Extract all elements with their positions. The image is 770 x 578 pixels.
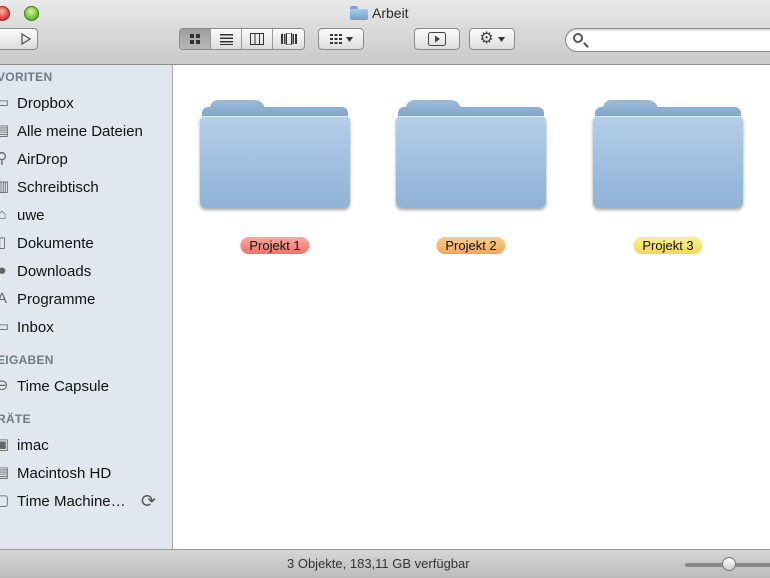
sidebar-item-label: Inbox [17,318,54,336]
folder-icon[interactable] [200,97,350,215]
sidebar-item-all-files[interactable]: ▤ Alle meine Dateien [0,120,172,142]
window-toolbar: Arbeit ⚙ [0,0,770,65]
window-title: Arbeit [350,4,409,22]
imac-icon: ▣ [0,436,10,453]
window-title-text: Arbeit [372,5,409,21]
time-capsule-icon: ⊖ [0,377,9,394]
sidebar-item-inbox[interactable]: ▭ Inbox [0,316,172,338]
gear-icon: ⚙ [479,30,494,47]
folder-name-label[interactable]: Projekt 2 [436,237,506,254]
quicklook-button[interactable] [414,28,460,50]
sidebar-heading-favorites: VORITEN [0,70,53,84]
sidebar-item-time-machine[interactable]: ▢ Time Machine… ⟳ [0,490,172,512]
sidebar-item-label: Dokumente [17,234,94,252]
sidebar: VORITEN ▭ Dropbox ▤ Alle meine Dateien ⚲… [0,65,173,549]
chevron-down-icon [345,36,353,42]
sidebar-item-label: Alle meine Dateien [17,122,143,140]
arrange-button[interactable] [318,28,364,50]
list-icon [219,34,233,45]
folder-name-label[interactable]: Projekt 3 [633,237,703,254]
sidebar-item-macintosh-hd[interactable]: ▤ Macintosh HD [0,462,172,484]
status-text: 3 Objekte, 183,11 GB verfügbar [287,556,470,571]
sidebar-item-label: imac [17,436,49,454]
search-icon [573,33,583,43]
applications-icon: A [0,290,7,307]
search-input[interactable] [592,32,766,48]
view-switcher[interactable] [179,28,305,50]
column-view-button[interactable] [242,29,273,49]
play-right-icon[interactable] [21,33,31,45]
all-files-icon: ▤ [0,122,10,139]
sidebar-item-label: uwe [17,206,45,224]
downloads-icon: ● [0,262,7,279]
folder-icon: ▭ [0,94,10,111]
sidebar-item-label: Macintosh HD [17,464,112,482]
grid-arrange-icon [329,34,342,44]
status-bar: 3 Objekte, 183,11 GB verfügbar [0,549,770,578]
coverflow-icon [280,33,297,45]
sidebar-item-label: Time Machine… [17,492,126,510]
file-browser-content[interactable]: Projekt 1 Projekt 2 Projekt 3 [174,65,770,549]
grid-icon [190,34,200,44]
list-view-button[interactable] [211,29,242,49]
sidebar-item-label: Downloads [17,262,92,280]
sidebar-item-label: Dropbox [17,94,74,112]
sidebar-item-label: AirDrop [17,150,68,168]
documents-icon: ▯ [0,234,7,251]
folder-name-label[interactable]: Projekt 1 [240,237,310,254]
desktop-icon: ▥ [0,178,10,195]
sidebar-item-documents[interactable]: ▯ Dokumente [0,232,172,254]
chevron-down-icon [497,36,505,42]
back-forward-button[interactable] [0,28,38,50]
zoom-window-button[interactable] [24,6,39,21]
sidebar-item-applications[interactable]: A Programme [0,288,172,310]
airdrop-icon: ⚲ [0,150,8,167]
close-window-button[interactable] [0,6,10,21]
columns-icon [250,33,264,45]
icon-size-slider-knob[interactable] [722,557,736,571]
folder-icon[interactable] [593,97,743,215]
action-button[interactable]: ⚙ [469,28,515,50]
sidebar-item-time-capsule[interactable]: ⊖ Time Capsule [0,375,172,397]
sidebar-item-downloads[interactable]: ● Downloads [0,260,172,282]
sidebar-item-label: Schreibtisch [17,178,99,196]
search-field[interactable] [565,28,770,52]
folder-icon: ▭ [0,318,10,335]
folder-icon [350,6,368,20]
sidebar-item-home[interactable]: ⌂ uwe [0,204,172,226]
external-disk-icon: ▢ [0,492,10,509]
coverflow-view-button[interactable] [273,29,304,49]
eye-play-icon [428,32,446,46]
icon-view-button[interactable] [180,29,211,49]
home-icon: ⌂ [0,206,7,223]
sidebar-item-label: Time Capsule [17,377,109,395]
sidebar-item-airdrop[interactable]: ⚲ AirDrop [0,148,172,170]
sidebar-item-label: Programme [17,290,96,308]
sidebar-heading-devices: RÄTE [0,412,31,426]
folder-icon[interactable] [396,97,546,215]
hard-disk-icon: ▤ [0,464,10,481]
sync-icon[interactable]: ⟳ [141,491,156,512]
sidebar-item-imac[interactable]: ▣ imac [0,434,172,456]
sidebar-item-desktop[interactable]: ▥ Schreibtisch [0,176,172,198]
sidebar-heading-shared: EIGABEN [0,353,54,367]
sidebar-item-dropbox[interactable]: ▭ Dropbox [0,92,172,114]
